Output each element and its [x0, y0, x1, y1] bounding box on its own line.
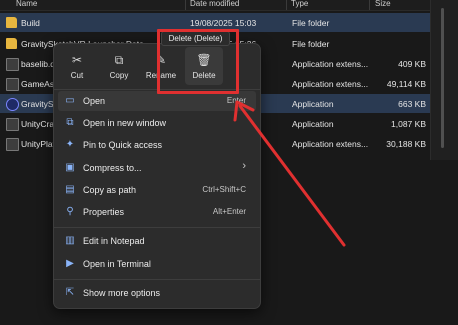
annotation-arrow — [233, 100, 346, 247]
arrow-shaft — [238, 104, 346, 247]
